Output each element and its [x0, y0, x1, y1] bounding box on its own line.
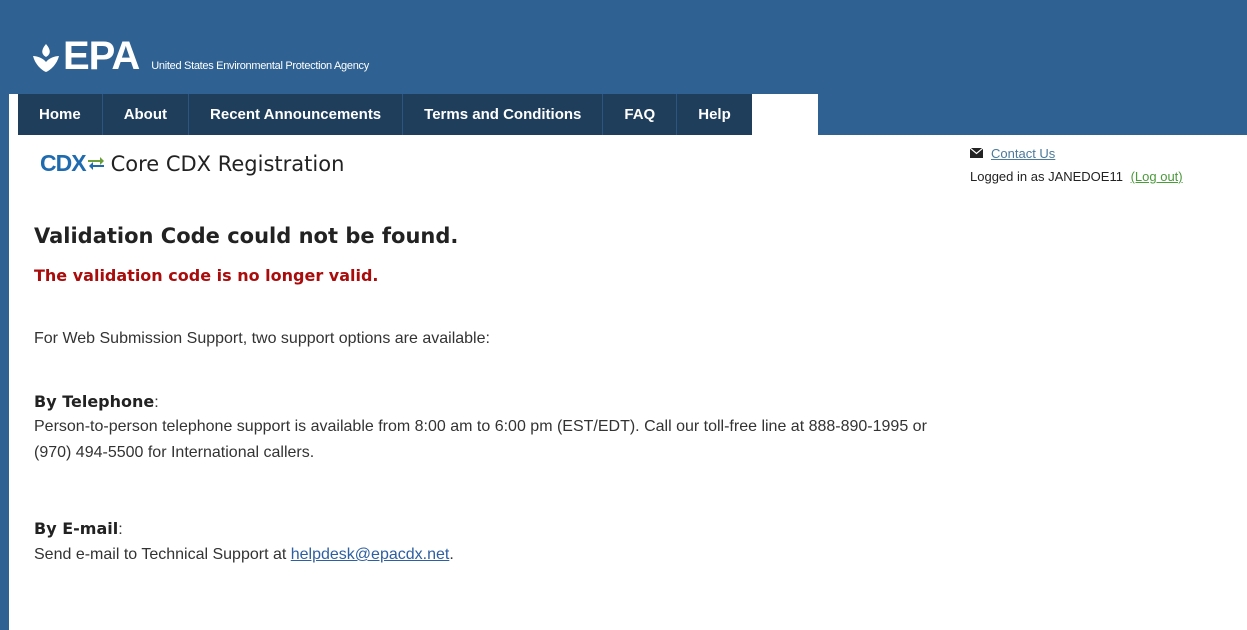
email-intro: Send e-mail to Technical Support at — [34, 546, 287, 563]
cdx-logo: CDX — [40, 150, 87, 176]
login-status: Logged in as JANEDOE11 (Log out) — [970, 169, 1183, 184]
main-nav: Home About Recent Announcements Terms an… — [18, 94, 752, 135]
contact-us-link[interactable]: Contact Us — [991, 146, 1055, 161]
epa-flower-icon — [31, 42, 61, 74]
nav-about[interactable]: About — [103, 94, 190, 135]
support-intro: For Web Submission Support, two support … — [34, 330, 490, 347]
phone-label: By Telephone — [34, 392, 155, 411]
nav-help[interactable]: Help — [677, 94, 752, 135]
helpdesk-email-link[interactable]: helpdesk@epacdx.net — [291, 546, 450, 563]
phone-text-line1: Person-to-person telephone support is av… — [34, 418, 927, 435]
logo-text: EPA — [63, 34, 140, 78]
nav-spacer — [818, 94, 1247, 135]
logged-in-text: Logged in as JANEDOE11 — [970, 169, 1123, 184]
nav-recent-announcements[interactable]: Recent Announcements — [189, 94, 404, 135]
site-header: EPA United States Environmental Protecti… — [9, 0, 1247, 94]
email-text: Send e-mail to Technical Support at help… — [34, 542, 454, 567]
email-label: By E-mail — [34, 519, 119, 538]
email-suffix: . — [449, 546, 454, 563]
envelope-icon — [969, 146, 984, 161]
error-message: The validation code is no longer valid. — [34, 266, 379, 285]
logout-link[interactable]: (Log out) — [1131, 169, 1183, 184]
agency-name: United States Environmental Protection A… — [151, 60, 369, 72]
page-heading: Validation Code could not be found. — [34, 224, 459, 248]
app-heading: Core CDX Registration — [110, 151, 345, 176]
app-title: CDX Core CDX Registration — [40, 150, 344, 177]
nav-terms[interactable]: Terms and Conditions — [403, 94, 604, 135]
epa-logo[interactable]: EPA United States Environmental Protecti… — [31, 24, 369, 78]
page-frame — [0, 0, 9, 630]
cdx-arrows-icon — [87, 154, 105, 174]
nav-home[interactable]: Home — [18, 94, 103, 135]
nav-faq[interactable]: FAQ — [603, 94, 678, 135]
contact-link-row: Contact Us — [969, 146, 1055, 161]
phone-text-line2: (970) 494-5500 for International callers… — [34, 444, 315, 461]
phone-heading: By Telephone: — [34, 392, 159, 411]
email-heading: By E-mail: — [34, 519, 123, 538]
